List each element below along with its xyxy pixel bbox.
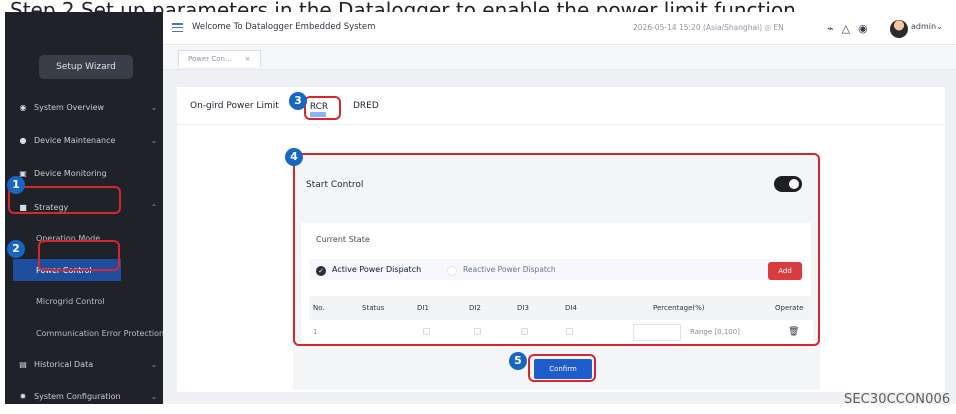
annotation-badge-4: 4 — [285, 148, 303, 166]
chevron-down-icon: ⌄ — [150, 359, 158, 369]
table-header-status: Status — [362, 304, 385, 312]
document-page: Step 2 Set up parameters in the Datalogg… — [0, 0, 956, 414]
current-state-label: Current State — [316, 235, 370, 244]
header-title: Welcome To Datalogger Embedded System — [192, 22, 376, 32]
active-tab-indicator — [310, 112, 326, 117]
chevron-down-icon: ⌄ — [150, 391, 158, 401]
reactive-power-dispatch-option[interactable]: Reactive Power Dispatch — [463, 265, 556, 274]
annotation-badge-2: 2 — [7, 240, 25, 258]
warning-icon[interactable]: △ — [842, 22, 850, 35]
user-menu[interactable]: admin⌄ — [911, 22, 943, 31]
table-header-di3: DI3 — [517, 304, 529, 312]
close-icon[interactable]: × — [245, 55, 251, 63]
chevron-down-icon: ⌄ — [150, 102, 158, 112]
strategy-icon: ■ — [19, 202, 27, 212]
tools-icon: ● — [19, 135, 27, 145]
start-control-label: Start Control — [306, 180, 364, 190]
tab-dred[interactable]: DRED — [353, 101, 379, 111]
sidebar-item-label: Device Maintenance — [34, 135, 116, 145]
setup-wizard-button[interactable]: Setup Wizard — [39, 55, 133, 79]
di3-checkbox[interactable] — [521, 328, 528, 335]
page-tab-strip: Power Con... × — [163, 46, 956, 70]
annotation-badge-5: 5 — [509, 352, 527, 370]
di1-checkbox[interactable] — [423, 328, 430, 335]
table-header-di1: DI1 — [417, 304, 429, 312]
add-button[interactable]: Add — [768, 262, 802, 280]
sidebar-subitem-communication-error-protection[interactable]: Communication Error Protection — [5, 322, 163, 344]
chevron-down-icon: ⌄ — [150, 135, 158, 145]
di4-checkbox[interactable] — [566, 328, 573, 335]
settings-icon: ✹ — [19, 391, 27, 401]
sidebar-item-strategy[interactable]: ■ Strategy ⌃ — [5, 196, 163, 218]
di2-checkbox[interactable] — [474, 328, 481, 335]
target-icon[interactable]: ◉ — [858, 22, 868, 35]
start-control-toggle[interactable] — [774, 176, 802, 192]
sidebar-item-label: System Overview — [34, 102, 105, 112]
figure-code: SEC30CCON006 — [844, 392, 951, 407]
ongird-power-limit-label: On-gird Power Limit — [190, 101, 279, 111]
sidebar-item-label: System Configuration — [34, 391, 121, 401]
sidebar-item-label: Historical Data — [34, 359, 94, 369]
annotation-badge-1: 1 — [7, 176, 25, 194]
chevron-up-icon: ⌃ — [150, 202, 158, 212]
divider — [177, 124, 945, 125]
sidebar-item-label: Strategy — [34, 202, 69, 212]
sidebar-item-device-monitoring[interactable]: ▣ Device Monitoring — [5, 162, 163, 184]
avatar[interactable] — [890, 20, 908, 38]
dashboard-icon: ◉ — [19, 102, 27, 112]
sidebar-subitem-microgrid-control[interactable]: Microgrid Control — [5, 290, 163, 312]
toggle-knob — [789, 179, 799, 189]
header-icons: ⌁ △ ◉ — [827, 19, 887, 37]
table-header-percentage: Percentage(%) — [653, 304, 705, 312]
table-header — [309, 296, 813, 320]
unchecked-radio-icon[interactable] — [447, 266, 457, 276]
sidebar-subitem-operation-mode[interactable]: Operation Mode — [5, 227, 163, 249]
tab-rcr-label: RCR — [309, 102, 329, 112]
sidebar: Setup Wizard ◉ System Overview ⌄ ● Devic… — [5, 12, 163, 404]
row-number: 1 — [313, 328, 318, 336]
table-header-di4: DI4 — [565, 304, 577, 312]
tab-power-control[interactable]: Power Con... × — [178, 50, 261, 67]
signal-icon[interactable]: ⌁ — [827, 22, 834, 35]
table-header-operate: Operate — [775, 304, 804, 312]
header-datetime: 2026-05-14 15:20 (Asia/Shanghai) ◎ EN — [633, 23, 784, 32]
checked-radio-icon[interactable]: ✓ — [316, 266, 326, 276]
table-header-di2: DI2 — [469, 304, 481, 312]
history-icon: ▤ — [19, 359, 27, 369]
sidebar-item-system-overview[interactable]: ◉ System Overview ⌄ — [5, 96, 163, 118]
sidebar-item-historical-data[interactable]: ▤ Historical Data ⌄ — [5, 353, 163, 375]
language-code[interactable]: EN — [773, 23, 783, 32]
annotation-badge-3: 3 — [289, 92, 307, 110]
sidebar-item-device-maintenance[interactable]: ● Device Maintenance ⌄ — [5, 129, 163, 151]
table-header-no: No. — [313, 304, 325, 312]
tab-label: Power Con... — [188, 55, 232, 63]
active-power-dispatch-option[interactable]: Active Power Dispatch — [332, 265, 421, 274]
sidebar-item-label: Device Monitoring — [34, 168, 107, 178]
confirm-button[interactable]: Confirm — [534, 359, 592, 379]
clipped-instruction-text: Step 2 Set up parameters in the Datalogg… — [10, 0, 803, 12]
menu-icon[interactable] — [172, 23, 183, 33]
sidebar-subitem-power-control[interactable]: Power Control — [13, 259, 121, 281]
percentage-input[interactable] — [633, 324, 681, 341]
trash-icon[interactable]: 🗑 — [788, 327, 799, 337]
top-header: Welcome To Datalogger Embedded System 20… — [163, 12, 956, 45]
range-hint: Range [0,100] — [690, 328, 740, 336]
sidebar-item-system-configuration[interactable]: ✹ System Configuration ⌄ — [5, 385, 163, 407]
